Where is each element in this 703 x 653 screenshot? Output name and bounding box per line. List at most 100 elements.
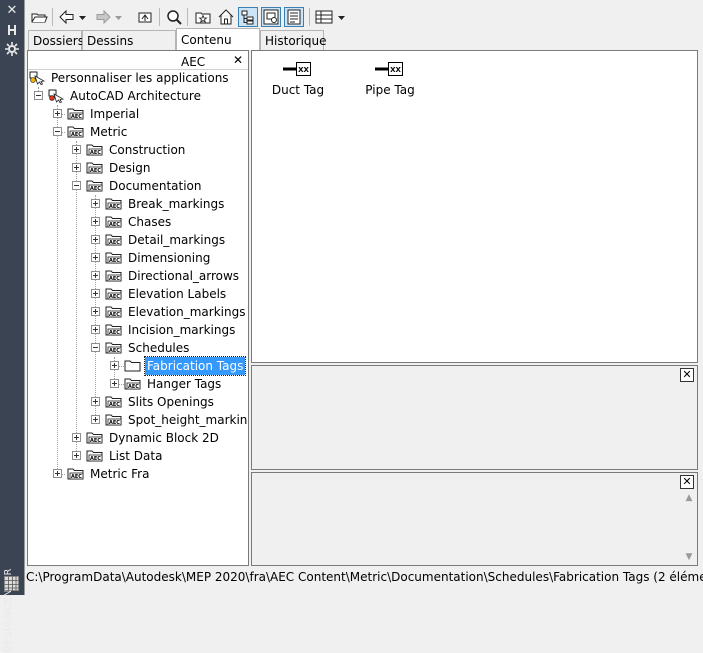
search-icon[interactable] bbox=[164, 7, 184, 27]
aec-folder-icon: AEC bbox=[105, 340, 123, 355]
auto-hide-icon[interactable] bbox=[5, 23, 19, 37]
tree-item-documentation[interactable]: AEC Documentation bbox=[28, 177, 248, 195]
tree-item-fabrication-tags[interactable]: Fabrication Tags bbox=[28, 356, 248, 376]
aec-folder-icon: AEC bbox=[86, 430, 104, 445]
expand-icon[interactable] bbox=[53, 109, 62, 118]
description-close-icon[interactable]: ✕ bbox=[680, 475, 694, 489]
aec-folder-icon: AEC bbox=[86, 448, 104, 463]
tree-item-incision-markings[interactable]: AEC Incision_markings bbox=[28, 321, 248, 339]
expand-icon[interactable] bbox=[72, 433, 81, 442]
back-icon[interactable] bbox=[57, 7, 77, 27]
tree-item-elevation-markings[interactable]: AEC Elevation_markings bbox=[28, 303, 248, 321]
expand-icon[interactable] bbox=[91, 397, 100, 406]
tree-item-imperial[interactable]: AEC Imperial bbox=[28, 105, 248, 123]
aec-folder-icon: AEC bbox=[105, 250, 123, 265]
aec-folder-icon: AEC bbox=[86, 160, 104, 175]
tree-item-hanger-tags[interactable]: AEC Hanger Tags bbox=[28, 375, 248, 393]
svg-text:AEC: AEC bbox=[109, 330, 120, 336]
home-icon[interactable] bbox=[216, 7, 236, 27]
collapse-icon[interactable] bbox=[91, 343, 100, 352]
description-icon[interactable] bbox=[284, 7, 304, 27]
tree-label: Dynamic Block 2D bbox=[109, 431, 219, 445]
tree-label: Metric bbox=[90, 125, 128, 139]
content-area[interactable]: XX Duct Tag XX Pipe Tag bbox=[251, 50, 698, 363]
expand-icon[interactable] bbox=[91, 253, 100, 262]
designcenter-side-strip: ✕ DESIGNCENTER bbox=[0, 0, 24, 653]
up-icon[interactable] bbox=[135, 7, 155, 27]
tree-item-break-markings[interactable]: AEC Break_markings bbox=[28, 195, 248, 213]
tree-label: Chases bbox=[128, 215, 172, 229]
tree-item-metric[interactable]: AEC Metric bbox=[28, 123, 248, 141]
tab-dossiers[interactable]: Dossiers bbox=[28, 30, 84, 50]
collapse-icon[interactable] bbox=[53, 127, 62, 136]
tree-item-schedules[interactable]: AEC Schedules bbox=[28, 339, 248, 357]
tree-label: Schedules bbox=[128, 341, 190, 355]
tree-item-autocad-architecture[interactable]: AutoCAD Architecture bbox=[28, 87, 248, 105]
tab-historique[interactable]: Historique bbox=[260, 30, 327, 50]
expand-icon[interactable] bbox=[91, 307, 100, 316]
svg-text:AEC: AEC bbox=[109, 420, 120, 426]
tree-item-list-data[interactable]: AEC List Data bbox=[28, 447, 248, 465]
scroll-up-icon[interactable]: ▲ bbox=[682, 491, 696, 505]
tab-contenu-aec[interactable]: Contenu AEC bbox=[176, 28, 260, 69]
expand-icon[interactable] bbox=[72, 451, 81, 460]
folder-icon bbox=[124, 358, 142, 373]
properties-icon[interactable] bbox=[5, 42, 19, 56]
tree-item-spot-height-markings[interactable]: AEC Spot_height_markings bbox=[28, 411, 248, 429]
description-scrollbar[interactable]: ▲ ▼ bbox=[682, 491, 696, 564]
tree-toggle-icon[interactable] bbox=[238, 7, 258, 27]
expand-icon[interactable] bbox=[72, 145, 81, 154]
tree-item-directional-arrows[interactable]: AEC Directional_arrows bbox=[28, 267, 248, 285]
tree-item-root[interactable]: Personnaliser les applications bbox=[28, 69, 248, 87]
content-item-duct-tag[interactable]: XX Duct Tag bbox=[258, 61, 338, 97]
aec-folder-icon: AEC bbox=[105, 412, 123, 427]
tree-item-chases[interactable]: AEC Chases bbox=[28, 213, 248, 231]
tree-item-construction[interactable]: AEC Construction bbox=[28, 141, 248, 159]
svg-text:AEC: AEC bbox=[109, 240, 120, 246]
tree-item-dynamic-block-2d[interactable]: AEC Dynamic Block 2D bbox=[28, 429, 248, 447]
tab-dessins-ouverts[interactable]: Dessins ouverts bbox=[82, 30, 176, 68]
toolbar bbox=[25, 0, 703, 34]
expand-icon[interactable] bbox=[91, 325, 100, 334]
duct-tag-icon: XX bbox=[283, 62, 311, 76]
tree-item-dimensioning[interactable]: AEC Dimensioning bbox=[28, 249, 248, 267]
tree-item-metric-fra[interactable]: AEC Metric Fra bbox=[28, 465, 248, 483]
preview-icon[interactable] bbox=[261, 7, 281, 27]
favorites-icon[interactable] bbox=[193, 7, 213, 27]
views-icon[interactable] bbox=[314, 7, 334, 27]
svg-text:AEC: AEC bbox=[90, 438, 101, 444]
collapse-icon[interactable] bbox=[72, 181, 81, 190]
expand-icon[interactable] bbox=[91, 199, 100, 208]
preview-close-icon[interactable]: ✕ bbox=[680, 368, 694, 382]
svg-text:AEC: AEC bbox=[71, 114, 82, 120]
description-panel: ✕ ▲ ▼ bbox=[251, 472, 698, 566]
tree-item-slits-openings[interactable]: AEC Slits Openings bbox=[28, 393, 248, 411]
load-icon[interactable] bbox=[29, 7, 49, 27]
tree-item-design[interactable]: AEC Design bbox=[28, 159, 248, 177]
collapse-icon[interactable] bbox=[34, 91, 43, 100]
close-icon[interactable]: ✕ bbox=[5, 4, 19, 18]
scroll-down-icon[interactable]: ▼ bbox=[682, 550, 696, 564]
expand-icon[interactable] bbox=[91, 415, 100, 424]
forward-icon[interactable] bbox=[93, 7, 113, 27]
expand-icon[interactable] bbox=[91, 271, 100, 280]
content-item-pipe-tag[interactable]: XX Pipe Tag bbox=[350, 61, 430, 97]
forward-dropdown-icon[interactable] bbox=[114, 7, 124, 27]
expand-icon[interactable] bbox=[91, 235, 100, 244]
folder-tree-panel[interactable]: ✕ Personnaliser les applications AutoCAD… bbox=[27, 50, 249, 566]
expand-icon[interactable] bbox=[110, 379, 119, 388]
expand-icon[interactable] bbox=[91, 289, 100, 298]
tree-label: Detail_markings bbox=[128, 233, 226, 247]
expand-icon[interactable] bbox=[91, 217, 100, 226]
expand-icon[interactable] bbox=[72, 163, 81, 172]
tree-item-detail-markings[interactable]: AEC Detail_markings bbox=[28, 231, 248, 249]
tree-close-icon[interactable]: ✕ bbox=[232, 54, 244, 66]
application-icon bbox=[48, 88, 66, 103]
tree-item-elevation-labels[interactable]: AEC Elevation Labels bbox=[28, 285, 248, 303]
expand-icon[interactable] bbox=[110, 361, 119, 370]
expand-icon[interactable] bbox=[53, 469, 62, 478]
palette-grid-icon[interactable] bbox=[4, 576, 19, 591]
aec-folder-icon: AEC bbox=[105, 214, 123, 229]
views-dropdown-icon[interactable] bbox=[337, 7, 347, 27]
back-dropdown-icon[interactable] bbox=[78, 7, 88, 27]
